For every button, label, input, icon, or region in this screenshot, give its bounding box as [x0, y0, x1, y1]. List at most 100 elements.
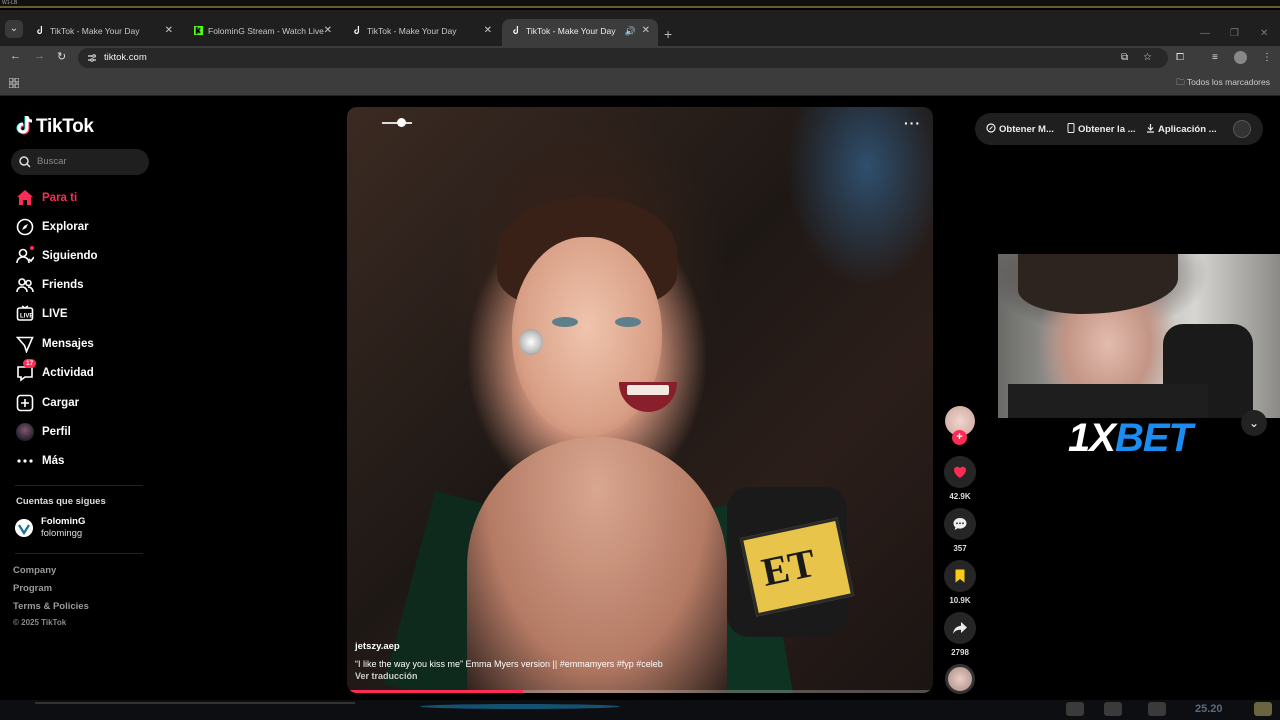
close-window-icon[interactable]: ✕: [1260, 28, 1268, 39]
save-button[interactable]: [944, 560, 976, 592]
minimize-icon[interactable]: —: [1200, 28, 1210, 39]
tab-search-button[interactable]: ⌄: [5, 20, 23, 38]
microphone-icon[interactable]: [1148, 702, 1166, 716]
taskbar-glow: [420, 704, 620, 709]
search-icon: [19, 156, 31, 168]
tiktok-favicon-icon: [37, 26, 43, 35]
site-settings-icon[interactable]: [87, 53, 97, 63]
header-item-label: Aplicación ...: [1158, 124, 1217, 135]
footer-link-program[interactable]: Program: [13, 583, 52, 594]
notification-dot: [30, 246, 34, 250]
profile-avatar[interactable]: [1234, 51, 1247, 64]
new-tab-button[interactable]: +: [664, 27, 672, 41]
save-count: 10.9K: [949, 596, 971, 605]
compass-icon: [16, 218, 34, 236]
reload-icon[interactable]: ↻: [57, 50, 66, 63]
desktop-app-button[interactable]: Aplicación ...: [1146, 123, 1217, 135]
maximize-icon[interactable]: ❐: [1230, 28, 1239, 39]
logo-text: TikTok: [36, 116, 94, 137]
footer-link-company[interactable]: Company: [13, 565, 56, 576]
all-bookmarks-button[interactable]: 🗀 Todos los marcadores: [1176, 77, 1270, 91]
game-app-icon[interactable]: [1254, 702, 1272, 716]
translate-button[interactable]: Ver traducción: [355, 671, 418, 681]
footer-link-terms[interactable]: Terms & Policies: [13, 601, 89, 612]
tab-tiktok-2[interactable]: TikTok - Make Your Day ✕: [343, 19, 500, 46]
system-top-strip: W1-LB: [0, 0, 1280, 8]
video-author[interactable]: jetszy.aep: [355, 641, 400, 652]
close-tab-icon[interactable]: ✕: [165, 19, 173, 43]
comment-button[interactable]: [944, 508, 976, 540]
video-progress-bar[interactable]: [347, 690, 933, 693]
bookmark-star-icon[interactable]: ☆: [1143, 52, 1152, 63]
browser-tab-bar: ⌄ TikTok - Make Your Day ✕ FolominG Stre…: [0, 10, 1280, 46]
like-count: 42.9K: [949, 492, 971, 501]
video-frame-shape: [627, 385, 669, 395]
chevron-down-icon: ⌄: [1248, 416, 1260, 430]
back-icon[interactable]: ←: [10, 50, 21, 62]
header-item-label: Obtener M...: [999, 124, 1054, 135]
like-button[interactable]: [944, 456, 976, 488]
nav-label: Siguiendo: [42, 250, 98, 262]
home-icon: [17, 190, 33, 205]
scroll-down-button[interactable]: ⌄: [1241, 410, 1267, 436]
coin-icon: [986, 123, 996, 133]
friends-icon: [16, 278, 34, 293]
video-frame-shape: [467, 437, 727, 693]
webcam-frame-shape: [1008, 384, 1208, 418]
clipboard-icon[interactable]: [1104, 702, 1122, 716]
user-avatar[interactable]: [1233, 120, 1251, 138]
nav-label: Mensajes: [42, 338, 94, 350]
nav-label: Friends: [42, 279, 84, 291]
sidebar-divider: [15, 485, 143, 486]
tab-title: TikTok - Make Your Day: [367, 26, 457, 36]
streamer-webcam-overlay: [998, 254, 1280, 418]
extensions-icon[interactable]: ⧠: [1176, 52, 1184, 63]
tiktok-favicon-icon: [354, 26, 360, 35]
nav-label: LIVE: [42, 308, 68, 320]
taskbar-divider: [35, 702, 355, 704]
video-description: “I like the way you kiss me” Emma Myers …: [355, 659, 663, 669]
nav-label: Actividad: [42, 367, 94, 379]
account-avatar: [15, 519, 33, 537]
get-app-button[interactable]: Obtener la ...: [1067, 123, 1136, 135]
tab-tiktok-active[interactable]: TikTok - Make Your Day 🔊 ✕: [502, 19, 658, 46]
nav-label: Cargar: [42, 397, 80, 409]
video-more-options-icon[interactable]: ···: [904, 115, 921, 131]
tiktok-logo[interactable]: TikTok: [16, 115, 94, 138]
tab-title: FolominG Stream - Watch Live: [208, 26, 324, 36]
apps-grid-icon[interactable]: [9, 78, 19, 88]
browser-menu-icon[interactable]: ⋮: [1262, 52, 1272, 63]
url-text: tiktok.com: [104, 52, 147, 63]
video-frame-shape: [552, 317, 578, 327]
bookmarks-bar: 🗀 Todos los marcadores: [0, 70, 1280, 96]
music-disc[interactable]: [945, 664, 975, 694]
install-app-icon[interactable]: ⧉: [1121, 52, 1128, 63]
chat-icon[interactable]: [1066, 702, 1084, 716]
close-tab-icon[interactable]: ✕: [642, 19, 650, 43]
share-icon: [953, 622, 967, 634]
header-item-label: Obtener la ...: [1078, 124, 1136, 135]
address-bar[interactable]: tiktok.com: [78, 48, 1168, 68]
volume-slider-knob[interactable]: [397, 118, 406, 127]
video-player[interactable]: ET ··· jetszy.aep “I like the way you ki…: [347, 107, 933, 693]
tab-folominG-stream[interactable]: FolominG Stream - Watch Live ✕: [184, 19, 340, 46]
close-tab-icon[interactable]: ✕: [484, 19, 492, 43]
following-section-title: Cuentas que sigues: [16, 496, 106, 507]
share-count: 2798: [951, 648, 969, 657]
phone-icon: [1067, 123, 1075, 133]
download-icon: [1147, 124, 1154, 133]
close-tab-icon[interactable]: ✕: [324, 19, 332, 43]
all-bookmarks-label: Todos los marcadores: [1186, 77, 1270, 87]
header-actions-bar: Obtener M... Obtener la ... Aplicación .…: [975, 113, 1263, 145]
comment-icon: [953, 518, 967, 530]
follow-plus-button[interactable]: +: [952, 430, 967, 445]
media-controls-icon[interactable]: ≡: [1212, 52, 1218, 63]
audio-playing-icon[interactable]: 🔊: [625, 19, 636, 43]
search-input[interactable]: Buscar: [11, 149, 149, 175]
get-coins-button[interactable]: Obtener M...: [986, 123, 1054, 135]
share-button[interactable]: [944, 612, 976, 644]
tiktok-favicon-icon: [513, 26, 519, 35]
tab-tiktok-1[interactable]: TikTok - Make Your Day ✕: [26, 19, 181, 46]
video-frame-shape: [519, 329, 543, 355]
forward-icon[interactable]: →: [34, 50, 45, 62]
